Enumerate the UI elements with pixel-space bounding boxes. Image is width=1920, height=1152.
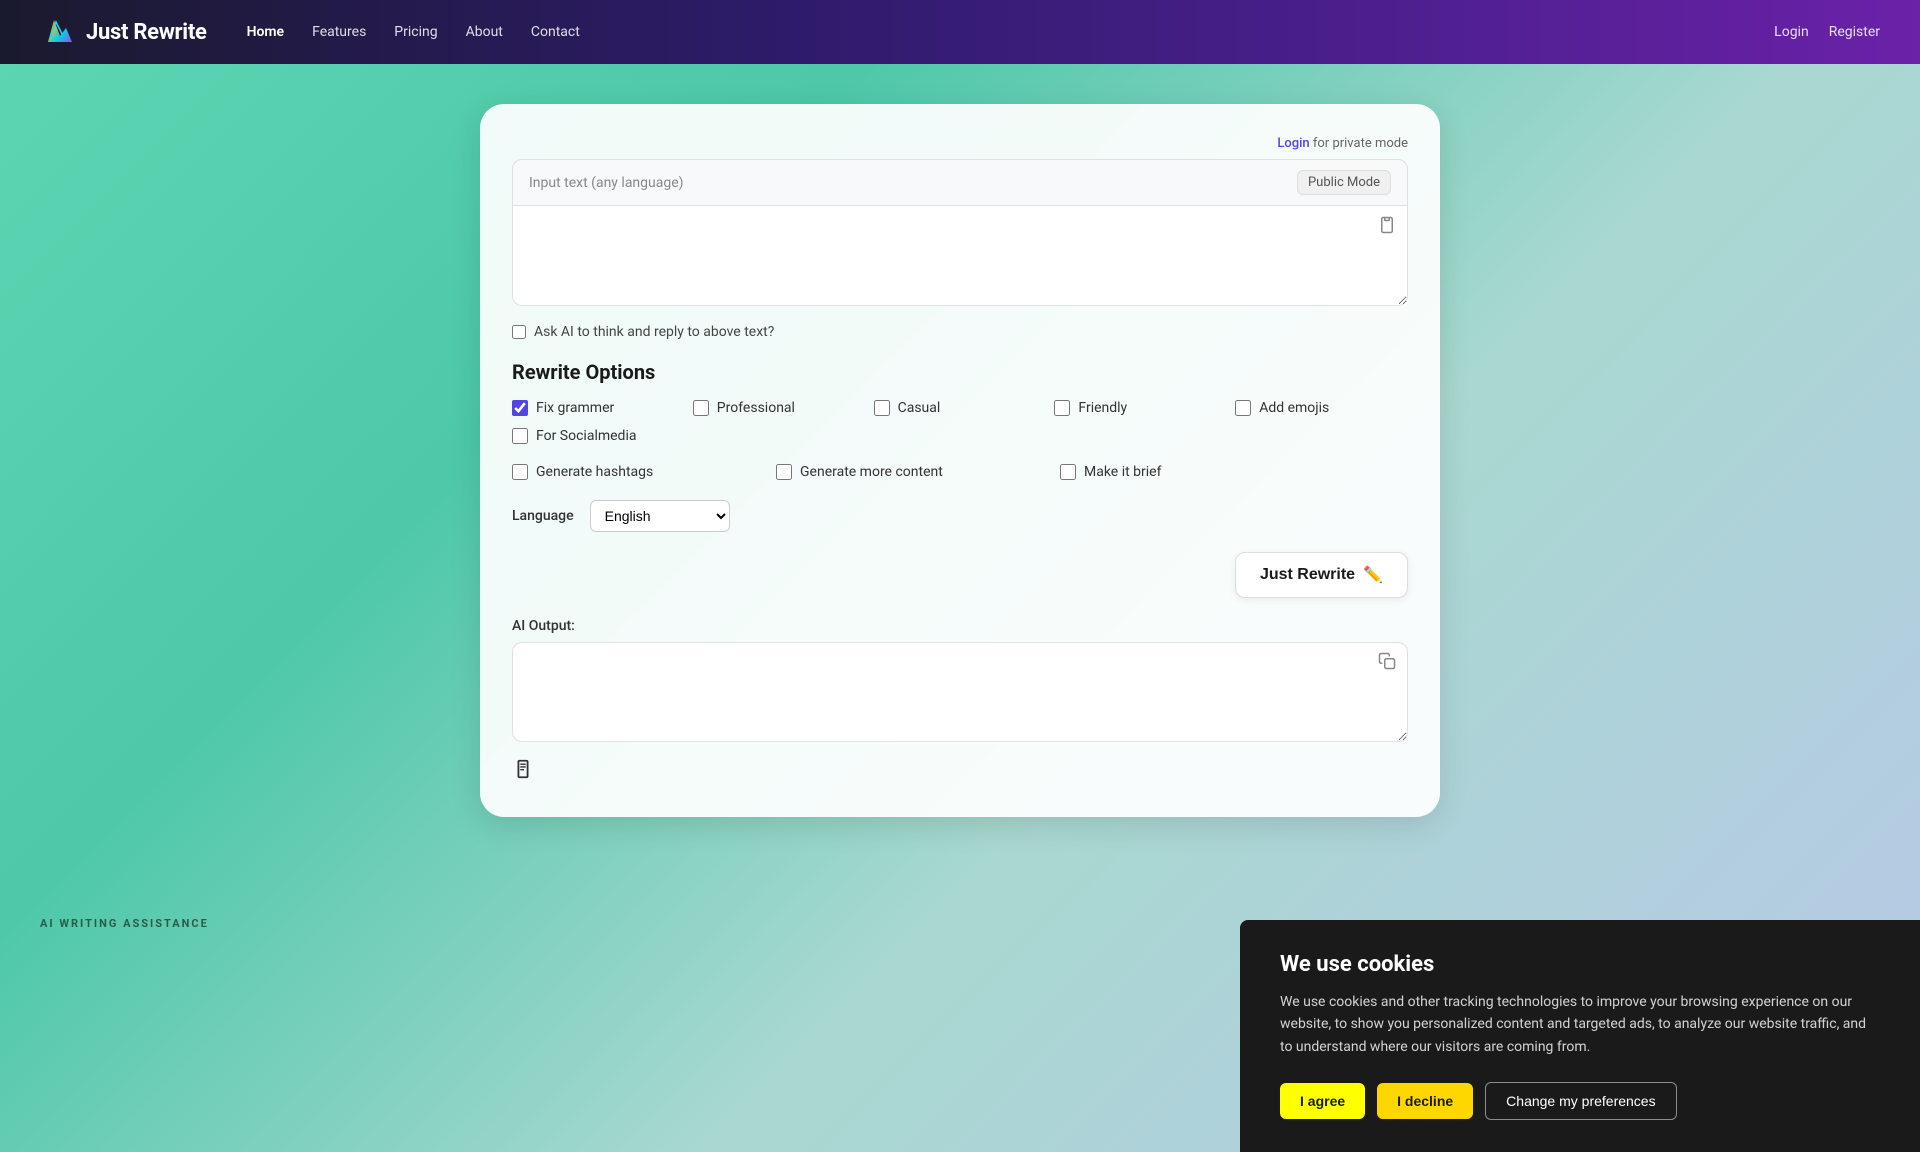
logo-text: Just Rewrite [86, 20, 207, 45]
logo[interactable]: Just Rewrite [40, 14, 207, 50]
option-professional-label[interactable]: Professional [717, 400, 795, 416]
nav-register[interactable]: Register [1829, 24, 1880, 40]
option-professional[interactable]: Professional [693, 400, 866, 416]
ai-output-label: AI Output: [512, 618, 1408, 634]
option-casual[interactable]: Casual [874, 400, 1047, 416]
nav-login[interactable]: Login [1774, 24, 1809, 40]
option-generate-hashtags[interactable]: Generate hashtags [512, 464, 712, 480]
paste-icon[interactable] [1378, 216, 1396, 238]
main-content: Login for private mode Input text (any l… [0, 64, 1920, 857]
nav-links: Home Features Pricing About Contact [247, 24, 1775, 40]
ai-think-row: Ask AI to think and reply to above text? [512, 324, 1408, 340]
option-friendly-label[interactable]: Friendly [1078, 400, 1127, 416]
language-select[interactable]: English Spanish French German Italian Po… [590, 500, 730, 532]
option-generate-more-content-label[interactable]: Generate more content [800, 464, 943, 480]
cookie-banner: We use cookies We use cookies and other … [1240, 920, 1920, 1152]
option-fix-grammer[interactable]: Fix grammer [512, 400, 685, 416]
input-placeholder-label: Input text (any language) [529, 175, 684, 191]
login-private-link[interactable]: Login [1277, 136, 1309, 151]
options-row1: Fix grammer Professional Casual Friendly… [512, 400, 1408, 416]
option-make-it-brief-label[interactable]: Make it brief [1084, 464, 1161, 480]
ai-think-checkbox[interactable] [512, 325, 526, 339]
card-topbar: Login for private mode [512, 136, 1408, 151]
option-add-emojis-label[interactable]: Add emojis [1259, 400, 1329, 416]
nav-pricing[interactable]: Pricing [394, 24, 437, 40]
input-textarea[interactable] [512, 206, 1408, 306]
ai-output-textarea[interactable] [512, 642, 1408, 742]
pencil-icon: ✏️ [1363, 565, 1383, 585]
rewrite-options-title: Rewrite Options [512, 360, 1408, 384]
language-label: Language [512, 508, 574, 524]
nav-contact[interactable]: Contact [531, 24, 580, 40]
option-make-it-brief[interactable]: Make it brief [1060, 464, 1260, 480]
option-fix-grammer-label[interactable]: Fix grammer [536, 400, 614, 416]
navbar: Just Rewrite Home Features Pricing About… [0, 0, 1920, 64]
ai-output-wrapper [512, 642, 1408, 746]
private-mode-text: for private mode [1313, 136, 1408, 151]
cookie-text: We use cookies and other tracking techno… [1280, 991, 1880, 1058]
option-generate-more-content[interactable]: Generate more content [776, 464, 996, 480]
export-icon[interactable] [512, 758, 534, 785]
nav-about[interactable]: About [466, 24, 503, 40]
just-rewrite-button[interactable]: Just Rewrite ✏️ [1235, 552, 1408, 598]
main-card: Login for private mode Input text (any l… [480, 104, 1440, 817]
button-row: Just Rewrite ✏️ [512, 552, 1408, 598]
input-textarea-wrapper [512, 206, 1408, 310]
copy-icon[interactable] [1378, 652, 1396, 674]
input-header: Input text (any language) Public Mode [512, 159, 1408, 206]
ai-think-label[interactable]: Ask AI to think and reply to above text? [534, 324, 774, 340]
cookie-buttons: I agree I decline Change my preferences [1280, 1082, 1880, 1120]
options-row3: Generate hashtags Generate more content … [512, 464, 1408, 480]
public-mode-badge: Public Mode [1297, 170, 1391, 195]
nav-features[interactable]: Features [312, 24, 366, 40]
logo-icon [40, 14, 76, 50]
nav-auth: Login Register [1774, 24, 1880, 40]
just-rewrite-label: Just Rewrite [1260, 566, 1355, 584]
language-row: Language English Spanish French German I… [512, 500, 1408, 532]
cookie-agree-button[interactable]: I agree [1280, 1083, 1365, 1119]
option-friendly[interactable]: Friendly [1054, 400, 1227, 416]
cookie-decline-button[interactable]: I decline [1377, 1083, 1473, 1119]
cookie-change-prefs-button[interactable]: Change my preferences [1485, 1082, 1676, 1120]
option-add-emojis[interactable]: Add emojis [1235, 400, 1408, 416]
option-for-socialmedia[interactable]: For Socialmedia [512, 428, 636, 444]
option-casual-label[interactable]: Casual [898, 400, 941, 416]
option-generate-hashtags-label[interactable]: Generate hashtags [536, 464, 653, 480]
option-for-socialmedia-label[interactable]: For Socialmedia [536, 428, 636, 444]
nav-home[interactable]: Home [247, 24, 285, 40]
cookie-title: We use cookies [1280, 952, 1880, 977]
export-row [512, 758, 1408, 785]
options-row2: For Socialmedia [512, 428, 1408, 444]
